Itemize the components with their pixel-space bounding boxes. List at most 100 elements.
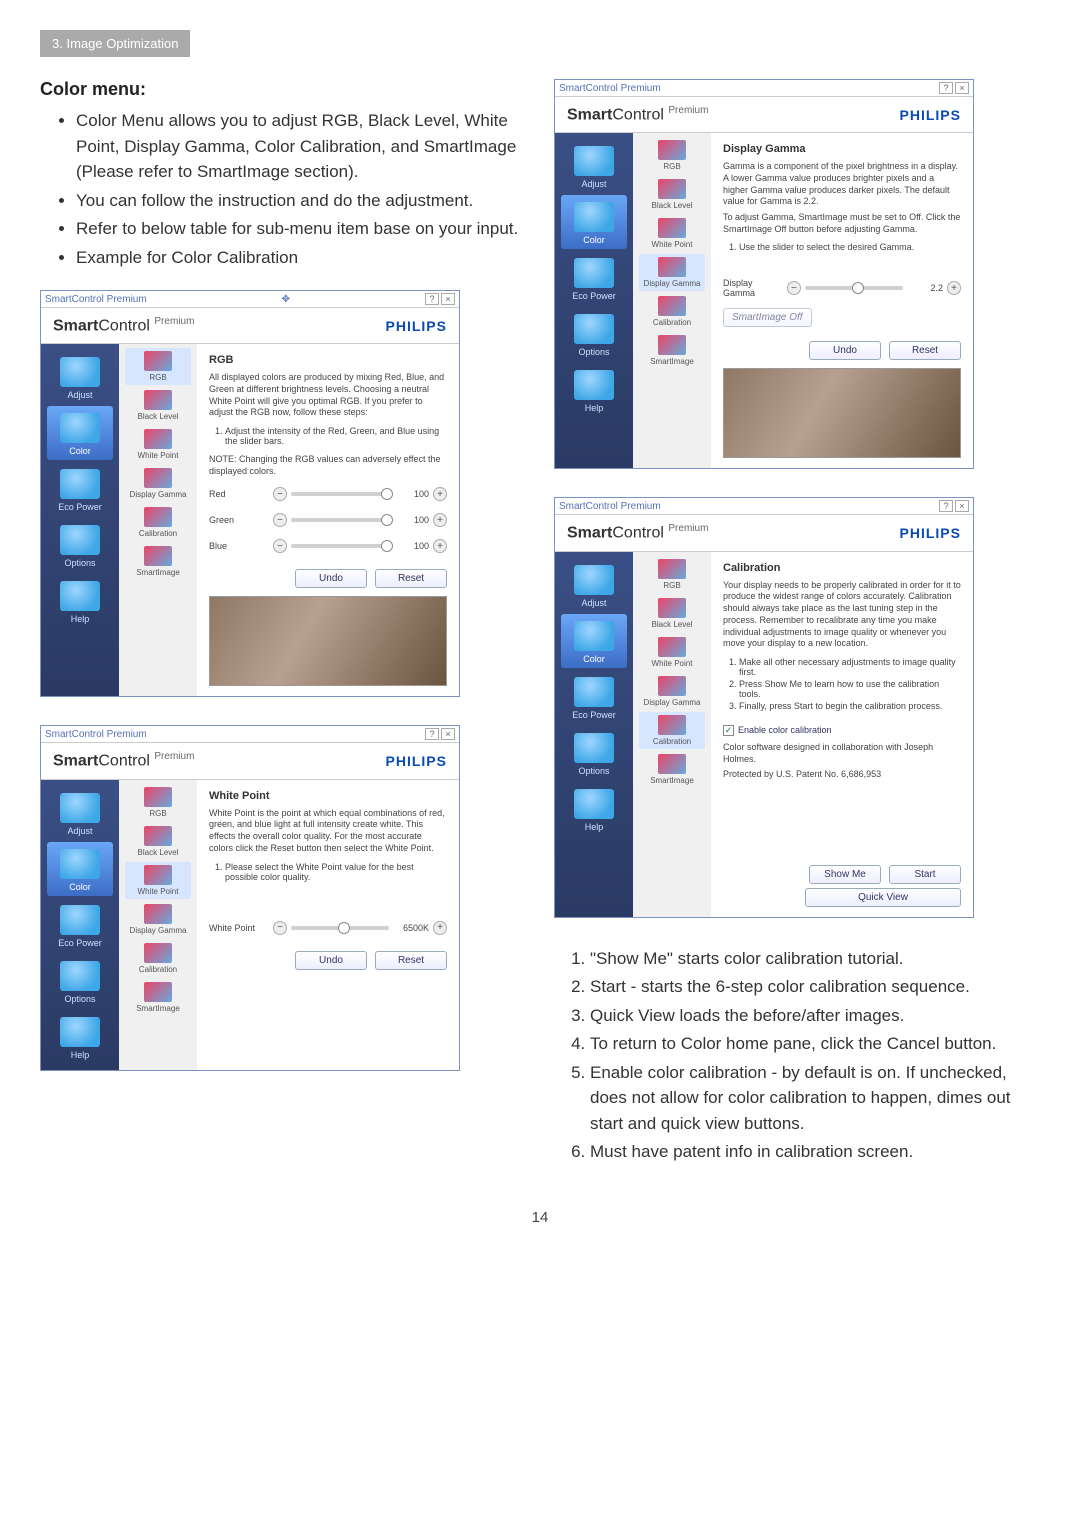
sub-black[interactable]: Black Level: [125, 823, 191, 860]
nav-color[interactable]: Color: [47, 842, 113, 896]
nav-eco[interactable]: Eco Power: [47, 898, 113, 952]
nav-adjust[interactable]: Adjust: [561, 139, 627, 193]
slider-blue[interactable]: Blue − 100 +: [209, 539, 447, 553]
quickview-button[interactable]: Quick View: [805, 888, 961, 907]
minus-icon[interactable]: −: [273, 513, 287, 527]
sub-white[interactable]: White Point: [639, 215, 705, 252]
sub-black[interactable]: Black Level: [639, 595, 705, 632]
sidebar: Adjust Color Eco Power Options Help: [555, 552, 633, 917]
panel-desc: Protected by U.S. Patent No. 6,686,953: [723, 769, 961, 781]
sub-gamma[interactable]: Display Gamma: [125, 901, 191, 938]
content-rgb: RGB All displayed colors are produced by…: [197, 344, 459, 696]
brand-bar: SmartControl Premium PHILIPS: [555, 97, 973, 133]
philips-logo: PHILIPS: [900, 525, 961, 541]
slider-whitepoint[interactable]: White Point − 6500K +: [209, 921, 447, 935]
move-icon[interactable]: ✥: [147, 294, 425, 305]
minus-icon[interactable]: −: [273, 487, 287, 501]
help-icon[interactable]: ?: [939, 82, 953, 94]
reset-button[interactable]: Reset: [889, 341, 961, 360]
panel-step: Please select the White Point value for …: [225, 862, 447, 882]
plus-icon[interactable]: +: [433, 513, 447, 527]
nav-color[interactable]: Color: [47, 406, 113, 460]
nav-help[interactable]: Help: [561, 363, 627, 417]
sub-smart[interactable]: SmartImage: [125, 543, 191, 580]
undo-button[interactable]: Undo: [809, 341, 881, 360]
nav-color[interactable]: Color: [561, 614, 627, 668]
nav-adjust[interactable]: Adjust: [561, 558, 627, 612]
smartimage-off-button[interactable]: SmartImage Off: [723, 308, 812, 327]
plus-icon[interactable]: +: [947, 281, 961, 295]
sub-smart[interactable]: SmartImage: [639, 751, 705, 788]
sub-calib[interactable]: Calibration: [639, 293, 705, 330]
undo-button[interactable]: Undo: [295, 951, 367, 970]
sub-black[interactable]: Black Level: [125, 387, 191, 424]
color-menu-heading: Color menu:: [40, 79, 526, 100]
sub-smart[interactable]: SmartImage: [639, 332, 705, 369]
checkbox-icon[interactable]: ✓: [723, 725, 734, 736]
close-icon[interactable]: ×: [441, 728, 455, 740]
help-icon[interactable]: ?: [425, 728, 439, 740]
slider-red[interactable]: Red − 100 +: [209, 487, 447, 501]
content-calibration: Calibration Your display needs to be pro…: [711, 552, 973, 917]
showme-button[interactable]: Show Me: [809, 865, 881, 884]
plus-icon[interactable]: +: [433, 487, 447, 501]
nav-help[interactable]: Help: [47, 1010, 113, 1064]
sub-calib[interactable]: Calibration: [639, 712, 705, 749]
nav-eco[interactable]: Eco Power: [561, 670, 627, 724]
nav-eco[interactable]: Eco Power: [561, 251, 627, 305]
nav-adjust[interactable]: Adjust: [47, 350, 113, 404]
slider-green[interactable]: Green − 100 +: [209, 513, 447, 527]
sub-black[interactable]: Black Level: [639, 176, 705, 213]
sub-gamma[interactable]: Display Gamma: [125, 465, 191, 502]
nav-options[interactable]: Options: [561, 726, 627, 780]
bullet-item: Refer to below table for sub-menu item b…: [76, 216, 526, 242]
nav-options[interactable]: Options: [47, 954, 113, 1008]
brand-text: SmartControl Premium: [567, 523, 708, 542]
sub-gamma[interactable]: Display Gamma: [639, 673, 705, 710]
reset-button[interactable]: Reset: [375, 951, 447, 970]
window-title: SmartControl Premium: [45, 294, 147, 305]
brand-text: SmartControl Premium: [53, 751, 194, 770]
sub-white[interactable]: White Point: [125, 862, 191, 899]
submenu: RGB Black Level White Point Display Gamm…: [119, 344, 197, 696]
sub-white[interactable]: White Point: [639, 634, 705, 671]
sub-rgb[interactable]: RGB: [639, 137, 705, 174]
bullet-item: Color Menu allows you to adjust RGB, Bla…: [76, 108, 526, 185]
undo-button[interactable]: Undo: [295, 569, 367, 588]
sub-rgb[interactable]: RGB: [125, 348, 191, 385]
smartcontrol-calibration-window: SmartControl Premium ? × SmartControl Pr…: [554, 497, 974, 918]
minus-icon[interactable]: −: [273, 921, 287, 935]
brand-bar: SmartControl Premium PHILIPS: [41, 308, 459, 344]
help-icon[interactable]: ?: [425, 293, 439, 305]
nav-eco[interactable]: Eco Power: [47, 462, 113, 516]
nav-color[interactable]: Color: [561, 195, 627, 249]
smartcontrol-rgb-window: SmartControl Premium ✥ ? × SmartControl …: [40, 290, 460, 697]
reset-button[interactable]: Reset: [375, 569, 447, 588]
sub-rgb[interactable]: RGB: [125, 784, 191, 821]
nav-adjust[interactable]: Adjust: [47, 786, 113, 840]
plus-icon[interactable]: +: [433, 921, 447, 935]
sub-calib[interactable]: Calibration: [125, 940, 191, 977]
nav-options[interactable]: Options: [47, 518, 113, 572]
sub-rgb[interactable]: RGB: [639, 556, 705, 593]
slider-gamma[interactable]: Display Gamma − 2.2 +: [723, 278, 961, 298]
start-button[interactable]: Start: [889, 865, 961, 884]
enable-calibration-checkbox[interactable]: ✓ Enable color calibration: [723, 725, 961, 736]
sub-smart[interactable]: SmartImage: [125, 979, 191, 1016]
philips-logo: PHILIPS: [900, 107, 961, 123]
sub-white[interactable]: White Point: [125, 426, 191, 463]
nav-help[interactable]: Help: [561, 782, 627, 836]
minus-icon[interactable]: −: [787, 281, 801, 295]
minus-icon[interactable]: −: [273, 539, 287, 553]
close-icon[interactable]: ×: [955, 500, 969, 512]
sub-gamma[interactable]: Display Gamma: [639, 254, 705, 291]
submenu: RGB Black Level White Point Display Gamm…: [119, 780, 197, 1070]
sub-calib[interactable]: Calibration: [125, 504, 191, 541]
philips-logo: PHILIPS: [386, 753, 447, 769]
help-icon[interactable]: ?: [939, 500, 953, 512]
nav-help[interactable]: Help: [47, 574, 113, 628]
plus-icon[interactable]: +: [433, 539, 447, 553]
close-icon[interactable]: ×: [441, 293, 455, 305]
nav-options[interactable]: Options: [561, 307, 627, 361]
close-icon[interactable]: ×: [955, 82, 969, 94]
